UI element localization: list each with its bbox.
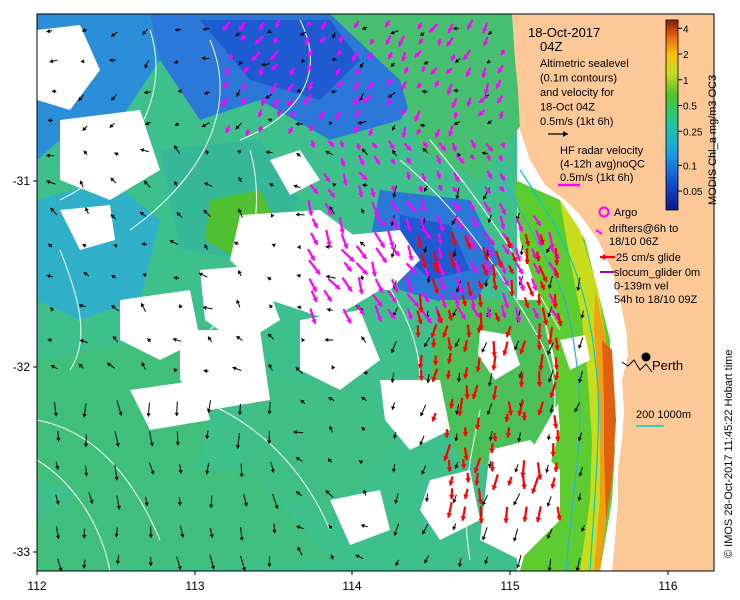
glider-legend-line: 0-139m vel [614, 281, 668, 293]
perth-marker [641, 352, 651, 362]
y-tick-label: -31 [13, 174, 31, 188]
y-tick-label: -32 [13, 360, 31, 374]
colorbar-label: MODIS Chl_a mg/m3 OC3 [707, 75, 719, 205]
glider-legend-line: 54h to 18/10 09Z [614, 294, 697, 306]
isobath-label: 200 1000m [636, 409, 691, 421]
x-tick-label: 112 [27, 579, 46, 593]
altimetry-legend-line: 18-Oct 04Z [540, 102, 595, 114]
altimetry-legend-line: (0.1m contours) [540, 73, 617, 85]
longitude-axis: 112 113 114 115 116 [27, 571, 678, 593]
hf-radar-legend: HF radar velocity (4-12h avg)noQC0.5m/s (… [560, 145, 645, 184]
perth-label: Perth [652, 358, 683, 373]
colorbar-tick-label: 4 [683, 24, 689, 35]
x-tick-label: 116 [658, 579, 677, 593]
altimetry-legend-line: and velocity for [540, 87, 614, 99]
altimetry-legend-line: Altimetric sealevel [540, 58, 629, 70]
colorbar-tick-label: 0.25 [683, 127, 703, 138]
drifter-legend-line: drifters@6h to [609, 223, 678, 235]
hf-legend-line: 0.5m/s (1kt 6h) [560, 172, 633, 184]
glide-label: 25 cm/s glide [616, 252, 681, 264]
altimetry-legend-line: 0.5m/s (1kt 6h) [540, 116, 613, 128]
hf-legend-line: (4-12h avg)noQC [560, 159, 645, 171]
colorbar-tick-label: 0.05 [683, 187, 703, 198]
colorbar-tick-label: 2 [683, 50, 689, 61]
sea-surface-map: Perth 18-Oct-2017 04Z Altimetric sealeve… [13, 13, 735, 593]
glider-legend-line: slocum_glider 0m [614, 267, 700, 279]
x-tick-label: 114 [342, 579, 361, 593]
colorbar-tick-label: 1 [683, 76, 689, 87]
x-tick-label: 115 [500, 579, 519, 593]
colorbar [665, 19, 679, 211]
x-tick-label: 113 [185, 579, 204, 593]
hf-legend-line: HF radar velocity [560, 145, 644, 157]
latitude-axis: -31 -32 -33 [13, 174, 37, 559]
argo-label: Argo [614, 207, 637, 219]
colorbar-tick-label: 0.5 [683, 102, 697, 113]
title-date: 18-Oct-2017 [528, 25, 600, 40]
drifter-legend-line: 18/10 06Z [609, 236, 659, 248]
colorbar-tick-label: 0.1 [683, 161, 697, 172]
title-time: 04Z [540, 39, 562, 54]
y-tick-label: -33 [13, 545, 31, 559]
credit-text: © IMOS 28-Oct-2017 11:45:22 Hobart time [723, 350, 735, 558]
